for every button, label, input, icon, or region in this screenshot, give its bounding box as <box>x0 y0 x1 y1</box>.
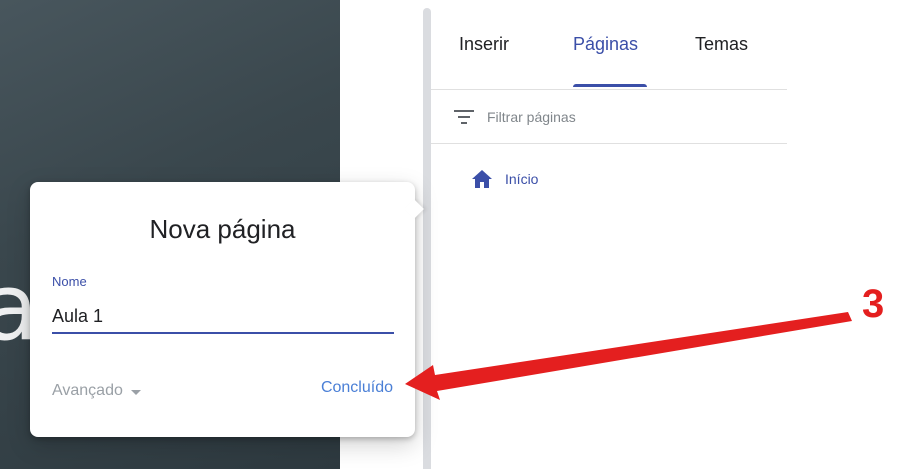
sidebar-tabs: Inserir Páginas Temas <box>431 0 787 90</box>
page-item-inicio[interactable]: Início <box>471 166 538 192</box>
dialog-title: Nova página <box>149 214 296 244</box>
name-field-label: Nome <box>52 274 87 289</box>
page-label: Início <box>505 171 539 187</box>
done-button[interactable]: Concluído <box>321 379 393 397</box>
preview-decoration <box>0 0 312 1</box>
advanced-label: Avançado <box>52 382 123 399</box>
filter-divider <box>431 143 787 144</box>
advanced-toggle[interactable]: Avançado <box>52 382 141 400</box>
tab-temas[interactable]: Temas <box>695 34 748 55</box>
annotation-number: 3 <box>862 282 885 326</box>
sidebar-panel: Inserir Páginas Temas Início <box>431 0 787 469</box>
home-icon <box>472 170 492 188</box>
chevron-down-icon <box>130 389 141 395</box>
tabs-divider <box>431 89 787 90</box>
tab-inserir[interactable]: Inserir <box>459 34 509 55</box>
filter-pages-input[interactable] <box>487 104 747 130</box>
active-tab-indicator <box>573 84 647 87</box>
page-name-input[interactable] <box>52 300 394 334</box>
filter-icon <box>454 110 474 124</box>
panel-divider[interactable] <box>423 8 431 469</box>
new-page-dialog: Nova página Nome Avançado Concluído <box>30 182 424 437</box>
tab-paginas[interactable]: Páginas <box>573 34 638 55</box>
